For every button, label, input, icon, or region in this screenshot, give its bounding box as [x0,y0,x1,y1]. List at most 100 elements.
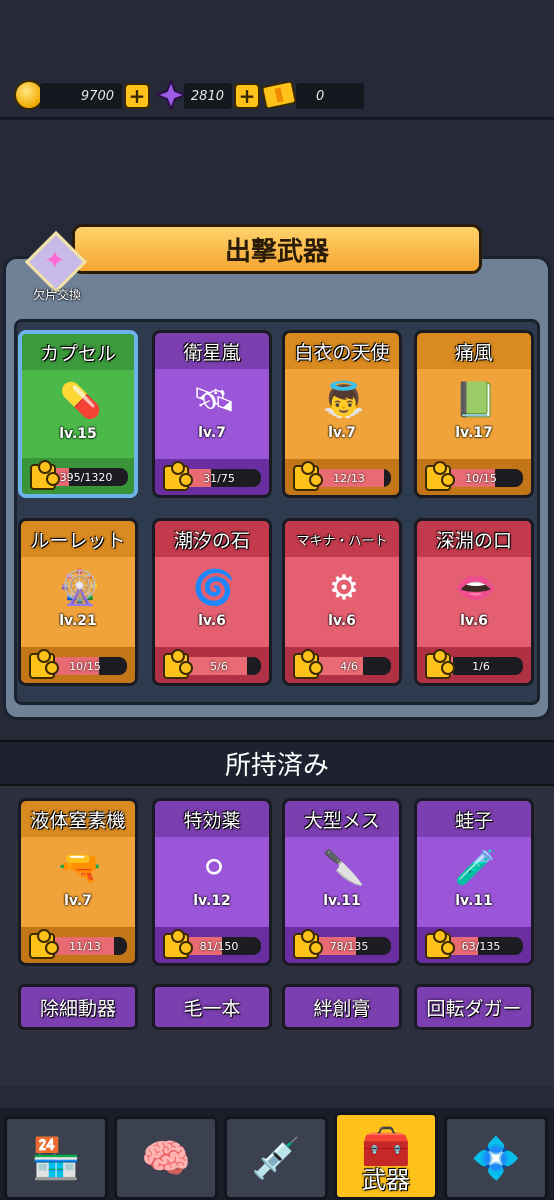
puzzle-piece-icon [425,649,455,679]
owned-weapon-card[interactable]: 絆創膏 [282,984,402,1030]
roulette-icon: 🎡 [58,568,102,608]
weapon-level: lv.7 [198,425,226,441]
weapon-level: lv.15 [59,426,97,442]
weapon-level: lv.17 [455,425,493,441]
weapon-card[interactable]: 潮汐の石 🌀 lv.6 5/6 [152,518,272,686]
pill-icon: ⚪ [199,848,229,888]
owned-header: 所持済み [0,740,554,786]
nav-battle-button[interactable]: 💉 [224,1116,328,1200]
weapon-progress-row: 12/13 [285,459,399,495]
puzzle-piece-icon [30,460,60,490]
tide-stone-icon: 🌀 [192,568,236,608]
weapon-card[interactable]: 蛙子 🧪 lv.11 63/135 [414,798,534,966]
weapon-level: lv.21 [59,613,97,629]
owned-weapon-card[interactable]: 除細動器 [18,984,138,1030]
weapon-progress-row: 4/6 [285,647,399,683]
nav-character-button[interactable]: 🧠 [114,1116,218,1200]
weapon-progress-row: 11/13 [21,927,135,963]
weapon-progress-row: 10/15 [417,459,531,495]
weapon-progress-row: 1/6 [417,647,531,683]
weapon-name: 蛙子 [417,801,531,837]
puzzle-piece-icon [29,649,59,679]
puzzle-piece-icon [163,649,193,679]
weapon-card[interactable]: ルーレット 🎡 lv.21 10/15 [18,518,138,686]
weapon-card[interactable]: 衛星嵐 🛰 lv.7 31/75 [152,330,272,498]
weapon-progress-row: 63/135 [417,927,531,963]
weapon-name: ルーレット [21,521,135,557]
bottom-nav: 🏪 🧠 💉 🧰 武器 💠 [0,1108,554,1200]
capsule-icon: 💊 [59,381,103,421]
nav-weapons-label: 武器 [362,1166,410,1194]
scalpel-icon: 🔪 [322,848,366,888]
weapon-name: 潮汐の石 [155,521,269,557]
weapon-progress-row: 395/1320 [22,458,134,494]
machina-heart-icon: ⚙ [328,568,360,608]
weapon-progress-row: 5/6 [155,647,269,683]
owned-weapon-card[interactable]: 回転ダガー [414,984,534,1030]
weapon-progress-row: 10/15 [21,647,135,683]
weapon-level: lv.12 [193,893,231,909]
weapon-level: lv.7 [64,893,92,909]
fragment-exchange-button[interactable]: ✦ 欠片交換 [22,230,92,306]
add-gems-button[interactable]: + [234,83,260,109]
weapon-progress-row: 31/75 [155,459,269,495]
satellite-icon: 🛰 [192,380,236,420]
weapon-card[interactable]: 大型メス 🔪 lv.11 78/135 [282,798,402,966]
add-coins-button[interactable]: + [124,83,150,109]
nav-talent-button[interactable]: 💠 [444,1116,548,1200]
weapon-name: 衛星嵐 [155,333,269,369]
weapon-level: lv.6 [198,613,226,629]
top-bar: 9700 + 2810 + 0 [0,0,554,120]
weapon-level: lv.6 [328,613,356,629]
puzzle-piece-icon [29,929,59,959]
puzzle-piece-icon [163,929,193,959]
weapon-progress-row: 78/135 [285,927,399,963]
weapon-card[interactable]: 深淵の口 👄 lv.6 1/6 [414,518,534,686]
shop-icon: 🏪 [31,1135,81,1182]
gem-icon [156,80,186,110]
gem-value: 2810 [184,83,232,109]
panel-title: 出撃武器 [72,224,482,274]
weapon-card[interactable]: 特効薬 ⚪ lv.12 81/150 [152,798,272,966]
weapon-card[interactable]: カプセル 💊 lv.15 395/1320 [18,330,138,498]
syringe-icon: 💉 [251,1135,301,1182]
weapon-name: 白衣の天使 [285,333,399,369]
puzzle-piece-icon [163,461,193,491]
puzzle-piece-icon [425,929,455,959]
weapon-name: 深淵の口 [417,521,531,557]
nurse-character-icon: 🧠 [141,1135,191,1182]
nitrogen-gun-icon: 🔫 [58,848,102,888]
weapon-card[interactable]: マキナ・ハート ⚙ lv.6 4/6 [282,518,402,686]
puzzle-piece-icon [293,461,323,491]
weapon-level: lv.11 [455,893,493,909]
weapon-card[interactable]: 液体窒素機 🔫 lv.7 11/13 [18,798,138,966]
ticket-counter: 0 [296,82,364,110]
weapon-card[interactable]: 白衣の天使 👼 lv.7 12/13 [282,330,402,498]
weapon-level: lv.6 [460,613,488,629]
crystal-icon: 💠 [471,1135,521,1182]
weapon-card[interactable]: 痛風 📗 lv.17 10/15 [414,330,534,498]
gem-counter: 2810 [184,82,232,110]
medicine-box-icon: 📗 [454,380,498,420]
ticket-icon [262,82,296,108]
ticket-value: 0 [296,83,364,109]
coin-value: 9700 [40,83,122,109]
fragment-exchange-label: 欠片交換 [32,288,81,302]
nav-weapons-button[interactable]: 🧰 武器 [334,1112,438,1200]
nav-shop-button[interactable]: 🏪 [4,1116,108,1200]
weapon-name: 大型メス [285,801,399,837]
owned-weapon-card[interactable]: 毛一本 [152,984,272,1030]
weapon-name: カプセル [22,334,134,370]
test-tube-icon: 🧪 [454,848,498,888]
abyss-mouth-icon: 👄 [454,568,498,608]
puzzle-piece-icon [425,461,455,491]
weapon-name: 液体窒素機 [21,801,135,837]
nurse-angel-icon: 👼 [322,380,366,420]
puzzle-piece-icon [293,929,323,959]
weapon-name: マキナ・ハート [285,521,399,557]
star-icon: ✦ [44,246,66,276]
puzzle-piece-icon [293,649,323,679]
weapon-level: lv.7 [328,425,356,441]
weapon-progress-row: 81/150 [155,927,269,963]
weapon-name: 特効薬 [155,801,269,837]
